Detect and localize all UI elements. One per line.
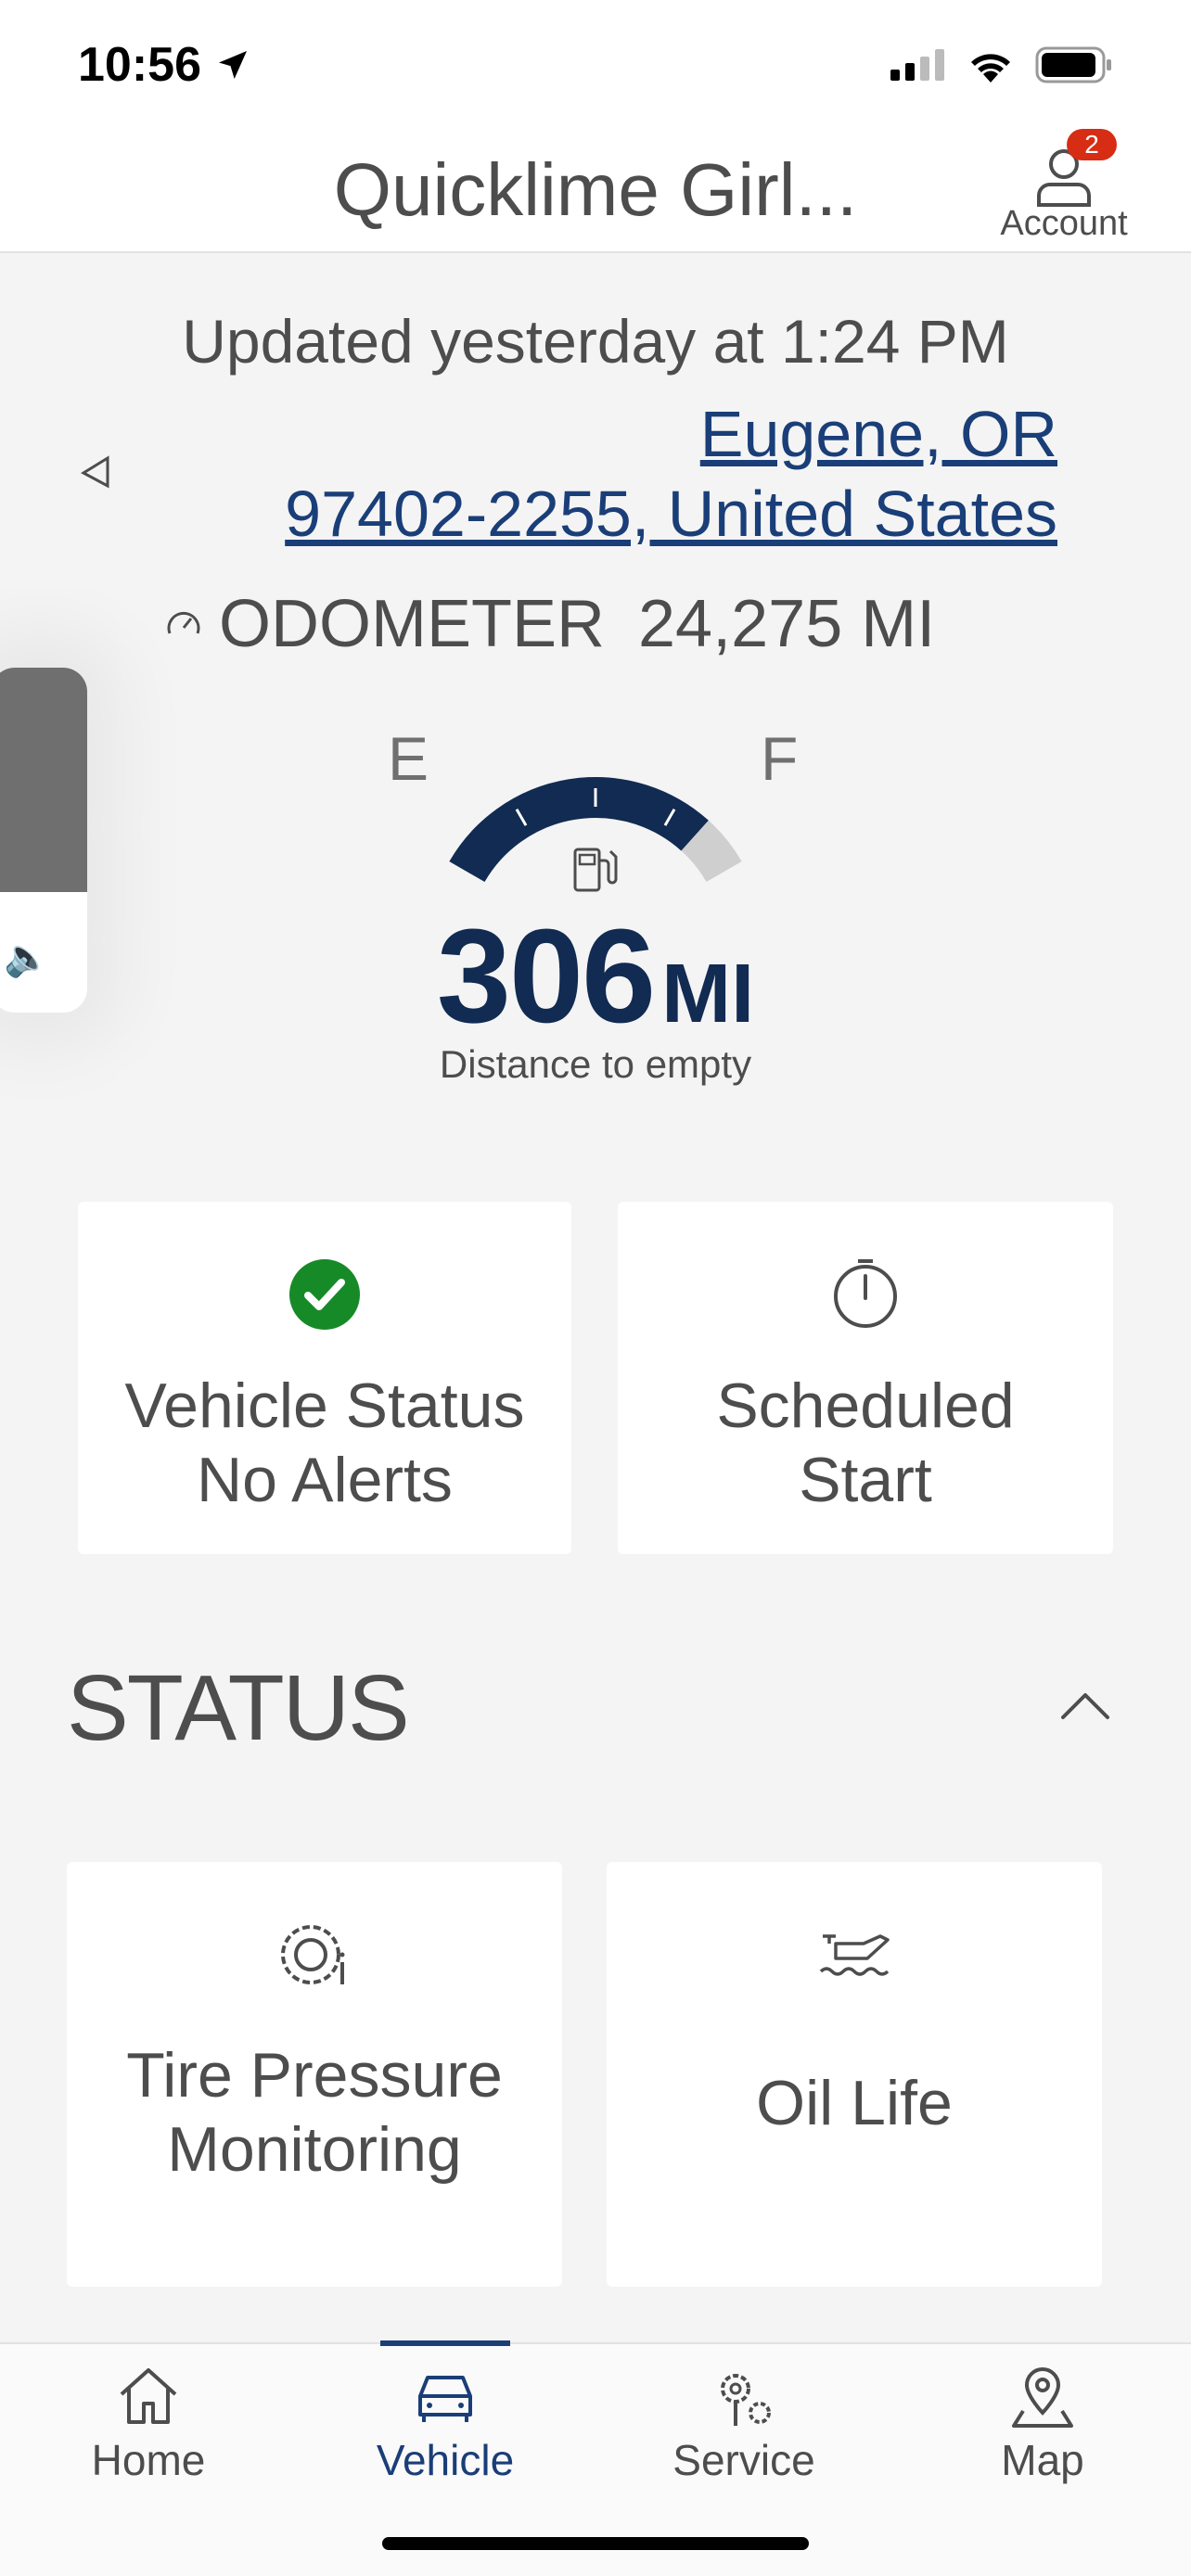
clock-icon	[834, 1259, 897, 1328]
range-value: 306	[436, 901, 656, 1051]
scheduled-start-card[interactable]: Scheduled Start	[618, 1202, 1113, 1554]
odometer-row: ODOMETER 24,275 MI	[165, 586, 935, 662]
account-button[interactable]: 2 Account	[994, 129, 1133, 253]
status-time-text: 10:56	[78, 38, 201, 92]
scheduled-start-title: Scheduled	[716, 1371, 1015, 1441]
tab-vehicle-label: Vehicle	[376, 2436, 515, 2484]
account-notification-badge: 2	[1067, 129, 1117, 160]
location-arrow-icon	[219, 51, 247, 79]
home-indicator	[382, 2537, 809, 2550]
status-time: 10:56	[78, 37, 251, 93]
account-label: Account	[1000, 204, 1128, 243]
updated-timestamp: Updated yesterday at 1:24 PM	[182, 307, 1009, 376]
tire-pressure-icon	[281, 1925, 345, 1984]
tab-home-label: Home	[91, 2436, 206, 2484]
check-circle-icon	[289, 1259, 360, 1330]
app-header: Quicklime Girl... 2 Account	[0, 129, 1191, 253]
vehicle-status-subtitle: No Alerts	[197, 1445, 453, 1515]
range-unit: MI	[661, 948, 755, 1040]
status-icons	[890, 46, 1113, 83]
house-icon	[120, 2368, 177, 2424]
tab-service[interactable]: Service	[642, 2344, 846, 2511]
vehicle-status-title: Vehicle Status	[124, 1371, 525, 1441]
tab-map[interactable]: Map	[941, 2344, 1145, 2511]
tire-pressure-line2: Monitoring	[167, 2114, 462, 2185]
address-line-2: 97402-2255, United States	[285, 478, 1057, 550]
tire-pressure-card[interactable]: Tire Pressure Monitoring	[67, 1862, 562, 2287]
address-line-1: Eugene, OR	[699, 398, 1057, 470]
tire-pressure-line1: Tire Pressure	[126, 2040, 503, 2111]
volume-hud: 🔈	[0, 668, 87, 1013]
status-section-title: STATUS	[67, 1656, 410, 1760]
battery-icon	[1035, 46, 1111, 83]
collapse-chevron-up-icon[interactable]	[1057, 1688, 1113, 1725]
tab-home[interactable]: Home	[46, 2344, 250, 2511]
tab-vehicle[interactable]: Vehicle	[343, 2340, 547, 2511]
tab-service-label: Service	[672, 2436, 815, 2484]
distance-to-empty-label: Distance to empty	[439, 1042, 752, 1086]
oil-life-card[interactable]: Oil Life	[607, 1862, 1102, 2287]
map-pin-icon	[1012, 2367, 1073, 2428]
volume-level-fill	[0, 668, 87, 892]
speedometer-icon	[167, 612, 200, 634]
wifi-icon	[971, 54, 1010, 83]
fuel-pump-icon	[573, 848, 618, 892]
vehicle-location-link[interactable]: Eugene, OR 97402-2255, United States	[148, 394, 1057, 554]
car-icon	[418, 2376, 472, 2422]
odometer-value: 24,275 MI	[638, 587, 936, 661]
odometer-label: ODOMETER	[219, 587, 606, 661]
gears-icon	[721, 2374, 771, 2426]
oil-can-icon	[819, 1934, 890, 1976]
cellular-signal-icon	[890, 49, 944, 81]
range-readout: 306MI	[0, 899, 1191, 1053]
tab-map-label: Map	[1001, 2436, 1084, 2484]
speaker-icon: 🔈	[4, 937, 50, 978]
status-bar: 10:56	[0, 0, 1191, 134]
navigation-arrow-icon	[80, 455, 109, 489]
vehicle-status-card[interactable]: Vehicle Status No Alerts	[78, 1202, 571, 1554]
active-tab-indicator	[380, 2340, 510, 2346]
oil-life-title: Oil Life	[756, 2068, 953, 2138]
scheduled-start-subtitle: Start	[799, 1445, 932, 1515]
